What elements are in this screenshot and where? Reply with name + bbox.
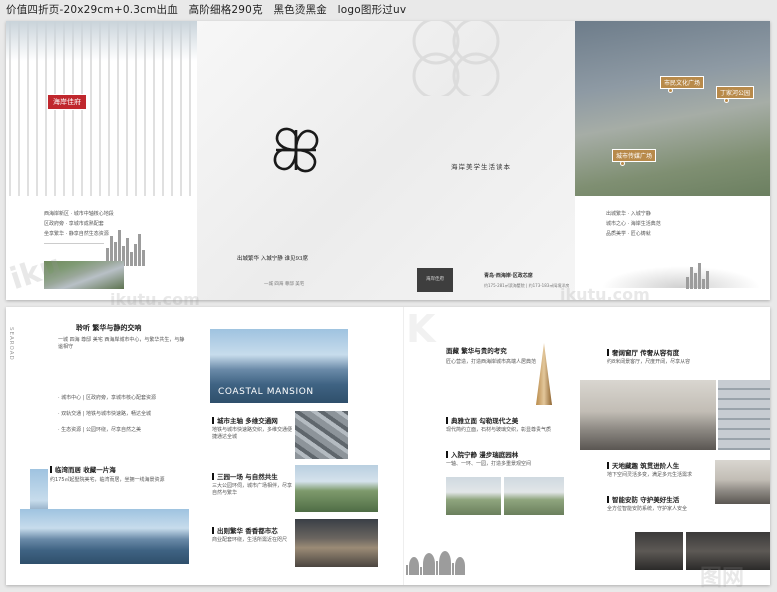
skyline-illustration-right: [686, 259, 709, 289]
road-photo: [295, 411, 348, 459]
commerce-photo: [295, 519, 378, 567]
people-trees-illustration: [406, 535, 465, 575]
page1-section-title: 临湾而居 收藏一片海: [50, 464, 116, 474]
item-nature-title: 三园一场 与自然共生: [212, 471, 278, 481]
top-spread: 海岸佳府 西海岸新区 · 城市中轴核心地段 区政府旁 · 享城市成熟配套 坐享繁…: [6, 21, 770, 300]
item-nature-body: 三大公园环伺，城市广场相伴，尽享自然与繁华: [212, 483, 293, 496]
left-line-1: 西海岸新区 · 城市中轴核心地段: [44, 211, 114, 217]
page3-item1-body: 现代简约立面，石材与玻璃交织，彰显尊贵气质: [446, 427, 552, 433]
page4-item1-title: 奢阔窗厅 传奢从容有度: [607, 347, 679, 357]
aerial-photo-right: [575, 21, 770, 196]
page3-heading: 面藏 繁华与贵的考究: [446, 347, 507, 355]
page1-section-body: 约175㎡起墅院美宅，临湾而居，坐拥一线海景资源: [50, 477, 165, 483]
item-urban-title: 出则繁华 香香都市芯: [212, 525, 278, 535]
page3-item2-body: 一轴、一环、一园，打造多重景观空间: [446, 461, 532, 467]
cover-bottom-logo: 海岸佳府: [417, 268, 453, 292]
right-line-3: 品质美学 · 匠心铸就: [606, 231, 651, 237]
page1-point-1: · 城市中心 | 区政府旁，享城市核心配套资源: [58, 395, 157, 401]
item-transport-body: 地铁与城市快速路交织，多维交通便捷通达全城: [212, 427, 293, 440]
page4-item1-body: 约8米阔景客厅，尺度开阔，尽享从容: [607, 359, 691, 365]
page3-item1-title: 典雅立面 勾勒现代之美: [446, 415, 518, 425]
left-line-3: 坐享繁华 · 静享自然生态资源: [44, 231, 109, 237]
security-photo-1: [635, 532, 683, 570]
coastal-mansion-banner: COASTAL MANSION: [218, 387, 314, 397]
page1-point-2: · 双轨交通 | 地铁与城市快速路，畅达全城: [58, 411, 152, 417]
page1-point-3: · 生态资源 | 公园环绕，尽享自然之美: [58, 427, 142, 433]
project-badge: 海岸佳府: [47, 94, 87, 110]
aerial-thumb: [44, 261, 124, 289]
right-line-2: 城市之心 · 海岸生活典范: [606, 221, 661, 227]
park-photo: [295, 465, 378, 512]
header-spec-text: 价值四折页-20x29cm+0.3cm出血 高阶细格290克 黑色烫黑金 log…: [6, 4, 407, 16]
page4-item2-body: 地下空间灵活多变，满足多元生活需求: [607, 472, 693, 478]
fold-line: [403, 307, 404, 585]
cover-tagline: 海岸美学生活读本: [451, 163, 511, 171]
page4-item2-title: 天地藏趣 筑贯进阶人生: [607, 460, 679, 470]
cover-area: 约175-281㎡滨海墅院 | 约173-183㎡阔境洋房: [484, 283, 570, 288]
map-label-media-plaza: 城市传媒广场: [612, 149, 657, 162]
cover-small-text: 一城 四海 尊邸 美宅: [264, 282, 305, 287]
page1-subtext: 一城 四海 尊邸 美宅 西海岸城市中心，与繁华共生，与静谧相守: [58, 337, 185, 350]
living-room-photo: [580, 380, 716, 450]
map-label-dingjiahe-park: 丁家河公园: [716, 86, 755, 99]
cover-location: 青岛·西海岸·区政芯席: [484, 273, 533, 279]
bottom-spread: SEAROAD 聆听 繁华与静的交响 一城 四海 尊邸 美宅 西海岸城市中心，与…: [6, 307, 770, 585]
page3-item2-title: 入院宁静 漫步瑞庭园林: [446, 449, 518, 459]
tower-illustration: [536, 343, 552, 405]
item-transport-title: 城市主轴 多维交通网: [212, 415, 278, 425]
map-pin-icon: [620, 161, 625, 166]
watermark-logo: K: [406, 307, 436, 351]
divider: [44, 243, 104, 244]
coastline-photo: [20, 509, 189, 564]
garden-photo-2: [504, 477, 564, 515]
security-photo-2: [686, 532, 770, 570]
right-line-1: 出城繁华 · 入城宁静: [606, 211, 651, 217]
facade-photo: [718, 380, 770, 450]
map-pin-icon: [668, 88, 673, 93]
vertical-label: SEAROAD: [8, 327, 14, 361]
map-pin-icon: [724, 98, 729, 103]
item-urban-body: 商业配套环绕，生活所需近在咫尺: [212, 537, 288, 543]
page1-heading: 聆听 繁华与静的交响: [76, 324, 142, 332]
page4-item3-title: 智能安防 守护美好生活: [607, 494, 679, 504]
large-clover-logo-watermark: [412, 21, 500, 96]
left-line-2: 区政府旁 · 享城市成熟配套: [44, 221, 104, 227]
skyline-illustration-left: [106, 226, 145, 266]
cover-slogan: 出城繁华 入城宁静 谁见93席: [237, 256, 308, 262]
ink-landscape-illustration: [601, 266, 761, 288]
garden-photo-1: [446, 477, 501, 515]
map-label-civic-plaza: 市民文化广场: [660, 76, 705, 89]
basement-photo: [715, 460, 770, 504]
page3-heading-body: 匠心营造，打造西海岸城市高端人居典范: [446, 359, 537, 365]
clover-logo-icon: [273, 127, 319, 173]
page4-item3-body: 全方位智能安防系统，守护家人安全: [607, 506, 688, 512]
sky-left: [6, 21, 197, 61]
